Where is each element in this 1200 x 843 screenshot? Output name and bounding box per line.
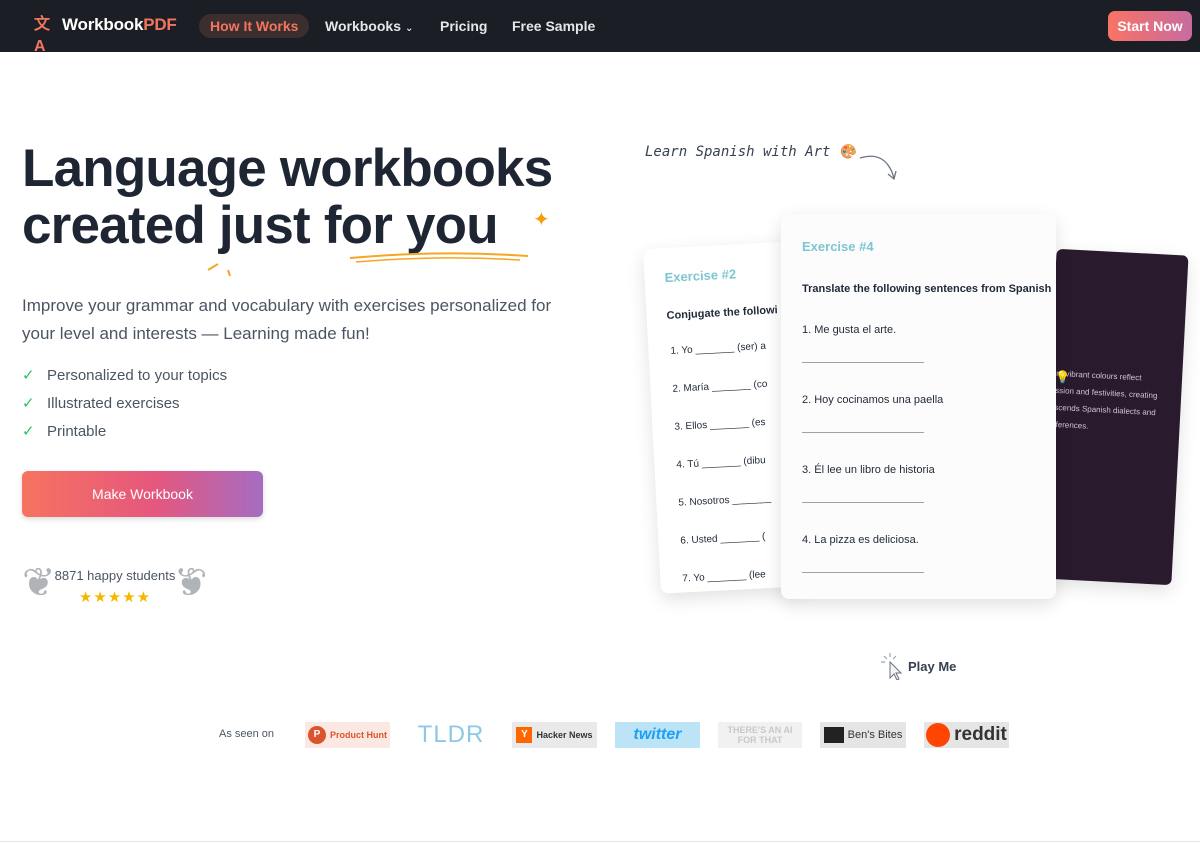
as-seen-on-label: As seen on	[219, 728, 275, 740]
reddit-alien-icon	[926, 723, 951, 747]
curved-arrow-icon	[859, 155, 897, 181]
check-icon: ✓	[22, 423, 35, 440]
play-me-label: Play Me	[908, 658, 957, 674]
reddit-name: reddit	[954, 724, 1007, 745]
rating-stars: ★★★★★	[78, 589, 152, 606]
check-icon: ✓	[22, 395, 35, 412]
bensbites-name: Ben's Bites	[847, 729, 903, 741]
feature-label: Personalized to your topics	[47, 367, 228, 384]
exercise-item: 2. María _______ (co	[672, 378, 768, 395]
hero-subtitle: Improve your grammar and vocabulary with…	[22, 296, 552, 343]
exercise-item: 4. Tú _______ (dibu	[676, 455, 766, 471]
twitter-logo[interactable]: twitter	[615, 722, 700, 748]
art-card[interactable]: rt, vibrant colours reflect ssion and fe…	[1039, 248, 1189, 586]
hackernews-name: Hacker News	[536, 730, 593, 740]
exercise-item: 5. Nosotros _______	[678, 492, 772, 509]
brand-logo[interactable]: 文A WorkbookPDF	[34, 14, 177, 55]
exercise-instruction: Translate the following sentences from S…	[802, 283, 1052, 295]
exercise-item: 7. Yo _______ (lee	[682, 569, 766, 585]
hackernews-logo[interactable]: Y Hacker News	[512, 722, 597, 748]
exercise-item: 1. Yo _______ (ser) a	[670, 340, 767, 357]
feature-item: ✓ Printable	[22, 418, 227, 446]
exercise-title: Exercise #4	[802, 239, 874, 254]
exercise-item: 3. Ellos _______ (es	[674, 417, 766, 433]
exercise-item: 2. Hoy cocinamos una paella	[802, 394, 944, 406]
title-underline-decoration	[207, 252, 529, 277]
exercise-title: Exercise #2	[664, 266, 737, 286]
nav-link-workbooks[interactable]: Workbooks ⌄	[314, 14, 424, 38]
bensbites-logo[interactable]: Ben's Bites	[820, 722, 906, 748]
exercise-item: 6. Usted _______ (	[680, 531, 766, 547]
brand-name: Workbook	[62, 15, 144, 34]
social-proof: ❦ ❦ 8871 happy students ★★★★★	[22, 560, 208, 616]
translate-icon: 文A	[34, 16, 51, 55]
chevron-down-icon: ⌄	[404, 23, 414, 34]
cursor-click-icon	[881, 653, 903, 680]
nav-link-how-it-works[interactable]: How It Works	[199, 14, 310, 38]
answer-line	[802, 432, 924, 433]
check-icon: ✓	[22, 367, 35, 384]
aiforthat-logo[interactable]: THERE'S AN AI FOR THAT	[718, 722, 802, 748]
reddit-logo[interactable]: reddit	[924, 722, 1009, 748]
brand-suffix: PDF	[143, 15, 177, 34]
top-navbar: 文A WorkbookPDF How It Works Workbooks ⌄ P…	[0, 0, 1200, 55]
hero-title-line1: Language workbooks	[22, 139, 553, 198]
happy-students-count: 8871 happy students	[54, 568, 176, 583]
start-now-button[interactable]: Start Now	[1108, 11, 1192, 41]
play-me-button[interactable]: Play Me	[880, 652, 956, 680]
exercise-instruction: Conjugate the followi	[666, 304, 778, 323]
feature-label: Printable	[47, 423, 107, 440]
answer-line	[802, 502, 924, 503]
exercise-item: 4. La pizza es deliciosa.	[802, 534, 919, 546]
nav-link-label: Workbooks	[325, 18, 401, 34]
tldr-logo[interactable]: TLDR	[416, 721, 486, 748]
producthunt-logo[interactable]: P Product Hunt	[305, 722, 390, 748]
section-divider	[0, 841, 1200, 842]
producthunt-name: Product Hunt	[330, 730, 387, 740]
producthunt-p-icon: P	[308, 726, 326, 744]
make-workbook-button[interactable]: Make Workbook	[22, 471, 263, 517]
hackernews-y-icon: Y	[516, 727, 533, 743]
feature-label: Illustrated exercises	[47, 395, 180, 412]
hero-title: Language workbooks created just for you	[22, 139, 553, 254]
feature-list: ✓ Personalized to your topics ✓ Illustrate…	[22, 362, 227, 446]
preview-caption: Learn Spanish with Art 🎨	[645, 144, 857, 160]
sparkle-icon: ✦	[533, 209, 550, 231]
bensbites-icon	[823, 727, 844, 743]
answer-line	[802, 572, 924, 573]
feature-item: ✓ Illustrated exercises	[22, 390, 227, 418]
nav-link-pricing[interactable]: Pricing	[429, 14, 498, 38]
exercise-item: 1. Me gusta el arte.	[802, 324, 897, 336]
feature-item: ✓ Personalized to your topics	[22, 362, 227, 390]
lightbulb-icon: 💡	[1055, 370, 1070, 384]
exercise-card-4[interactable]: Exercise #4 Translate the following sent…	[781, 214, 1056, 599]
nav-link-free-sample[interactable]: Free Sample	[501, 14, 606, 38]
exercise-item: 3. Él lee un libro de historia	[802, 464, 935, 476]
answer-line	[802, 362, 924, 363]
